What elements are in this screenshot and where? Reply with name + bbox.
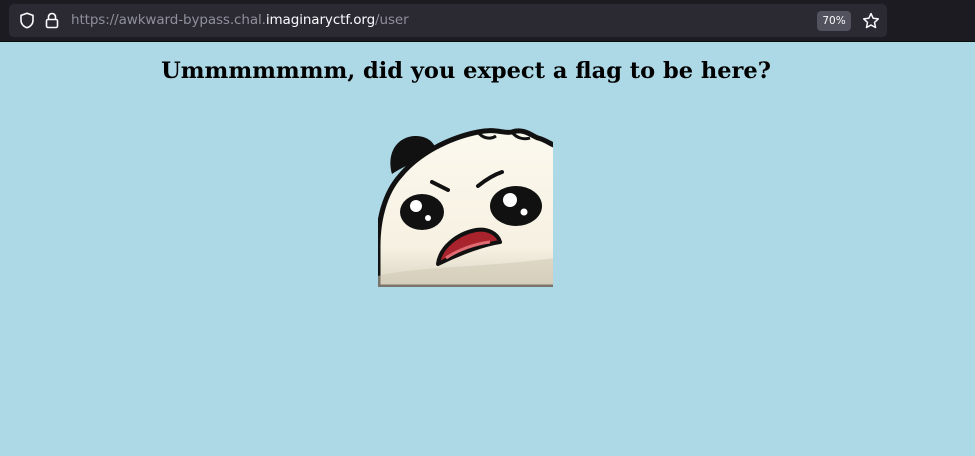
address-bar[interactable]: https://awkward-bypass.chal.imaginaryctf…	[9, 4, 887, 37]
url-host: imaginaryctf.org	[265, 12, 376, 28]
shield-icon[interactable]	[19, 12, 35, 29]
zoom-level-button[interactable]: 70%	[817, 11, 851, 31]
browser-toolbar: https://awkward-bypass.chal.imaginaryctf…	[0, 0, 975, 42]
page-heading: Ummmmmmm, did you expect a flag to be he…	[161, 58, 771, 84]
panda-emote-image	[378, 126, 553, 287]
url-subdomain: awkward-bypass.chal.	[118, 12, 266, 28]
lock-icon[interactable]	[45, 12, 59, 29]
url-scheme: https://	[71, 12, 119, 28]
url-text[interactable]: https://awkward-bypass.chal.imaginaryctf…	[71, 11, 409, 30]
page-content: Ummmmmmm, did you expect a flag to be he…	[0, 43, 975, 456]
url-path: /user	[375, 12, 409, 28]
star-icon[interactable]	[862, 12, 880, 30]
